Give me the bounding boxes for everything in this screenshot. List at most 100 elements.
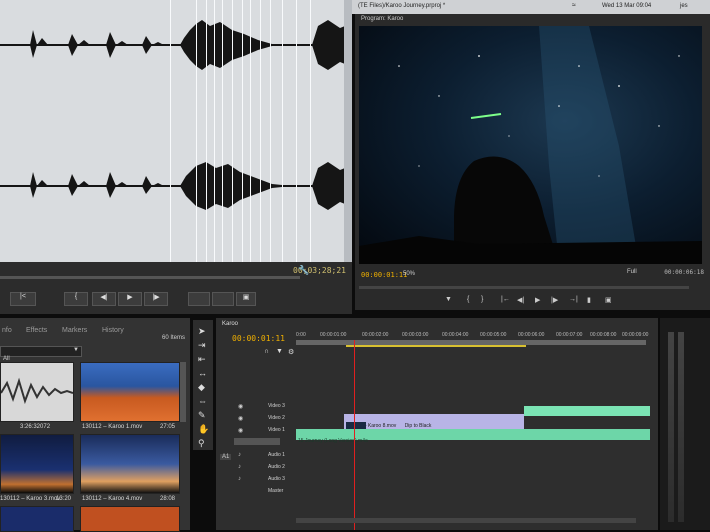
item-duration: 28:08 bbox=[160, 496, 176, 502]
rolling-edit-tool-icon[interactable]: ↔ bbox=[198, 368, 207, 378]
track-label-audio-2: Audio 2 bbox=[268, 464, 285, 470]
source-monitor-waveform[interactable] bbox=[0, 0, 352, 262]
slip-tool-icon[interactable]: ⇔ bbox=[198, 396, 207, 406]
eye-icon[interactable]: ◉ bbox=[238, 427, 243, 434]
shuttle-left-button[interactable]: { bbox=[64, 292, 88, 306]
list-item[interactable] bbox=[0, 434, 74, 494]
track-select-tool-icon[interactable]: ⇥ bbox=[198, 340, 206, 351]
snap-icon[interactable]: ∩ bbox=[264, 348, 269, 355]
ruler-tick: 00:00:07:00 bbox=[556, 332, 583, 338]
program-scrub-bar[interactable] bbox=[359, 286, 689, 289]
wrench-icon[interactable]: ⚙ bbox=[288, 348, 294, 356]
list-item[interactable] bbox=[80, 362, 180, 422]
list-item[interactable] bbox=[80, 506, 180, 532]
item-duration: 13:20 bbox=[56, 496, 72, 502]
step-forward-program-button[interactable]: |▶ bbox=[551, 296, 558, 304]
step-back-button[interactable]: |< bbox=[10, 292, 36, 306]
tab-effects[interactable]: Effects bbox=[26, 327, 47, 334]
program-video-frame bbox=[359, 26, 702, 264]
time-ruler[interactable]: 0:00 00:00:01:00 00:00:02:00 00:00:03:00… bbox=[296, 318, 658, 358]
eye-icon[interactable]: ◉ bbox=[238, 403, 243, 410]
tab-program[interactable]: Program: Karoo bbox=[361, 16, 403, 22]
night-sky-image bbox=[359, 26, 702, 264]
quality-select[interactable]: Full bbox=[627, 269, 637, 275]
track-label-master: Master bbox=[268, 488, 284, 494]
track-label-audio-3: Audio 3 bbox=[268, 476, 285, 482]
eye-icon[interactable]: ◉ bbox=[238, 415, 243, 422]
item-duration: 3:26:32072 bbox=[20, 424, 51, 430]
frame-forward-button[interactable]: |▶ bbox=[144, 292, 168, 306]
audio-target-a1[interactable]: A1 bbox=[220, 454, 232, 460]
render-bar bbox=[346, 345, 526, 347]
audio-meter-right bbox=[678, 332, 684, 522]
ruler-tick: 00:00:03:00 bbox=[402, 332, 429, 338]
project-panel: nfo Effects Markers History 60 Items All… bbox=[0, 318, 190, 532]
playhead[interactable] bbox=[354, 340, 355, 530]
lift-button[interactable]: ▮ bbox=[587, 296, 591, 304]
list-item[interactable] bbox=[80, 434, 180, 494]
waveform-graphic bbox=[0, 0, 352, 262]
frame-back-button[interactable]: ◀| bbox=[92, 292, 116, 306]
program-transport: ▼ { } |← ◀| ▶ |▶ →| ▮ ▣ bbox=[445, 296, 625, 306]
item-count: 60 Items bbox=[162, 335, 186, 341]
speaker-icon[interactable]: ♪ bbox=[238, 452, 241, 458]
source-transport: |< { ◀| ▶ |▶ ▣ bbox=[0, 292, 352, 306]
audio-meter-panel bbox=[660, 318, 710, 530]
overwrite-button[interactable] bbox=[212, 292, 234, 306]
mark-out-button[interactable]: } bbox=[481, 296, 483, 303]
tab-karoo-sequence[interactable]: Karoo bbox=[222, 321, 238, 327]
go-to-in-button[interactable]: |← bbox=[501, 296, 510, 303]
marker-add-icon[interactable]: ▼ bbox=[276, 348, 283, 355]
tab-history[interactable]: History bbox=[102, 327, 124, 334]
mark-in-button[interactable]: { bbox=[467, 296, 469, 303]
zoom-tool-icon[interactable]: ⚲ bbox=[198, 438, 205, 449]
marker-button[interactable]: ▼ bbox=[445, 296, 452, 303]
source-scrub-bar[interactable] bbox=[0, 276, 300, 279]
waveform-thumbnail bbox=[1, 377, 73, 405]
ripple-edit-tool-icon[interactable]: ⇤ bbox=[198, 354, 206, 365]
menubar-clock[interactable]: Wed 13 Mar 09:04 bbox=[602, 3, 651, 9]
camera-icon[interactable]: ▣ bbox=[236, 292, 256, 306]
ruler-tick: 00:00:05:00 bbox=[480, 332, 507, 338]
list-item[interactable] bbox=[0, 362, 74, 422]
wrench-icon[interactable]: 🔧 bbox=[298, 265, 309, 276]
project-path: (TE Files)/Karoo Journey.prproj * bbox=[358, 3, 446, 9]
go-to-out-button[interactable]: →| bbox=[569, 296, 578, 303]
project-scrollbar[interactable] bbox=[180, 362, 186, 422]
pen-tool-icon[interactable]: ✎ bbox=[198, 410, 206, 421]
track-label-audio-1: Audio 1 bbox=[268, 452, 285, 458]
video-clip[interactable] bbox=[524, 406, 650, 416]
tab-info[interactable]: nfo bbox=[2, 327, 12, 334]
wifi-icon[interactable]: ≈ bbox=[572, 2, 576, 9]
program-timecode: 00:00:01:11 bbox=[361, 271, 408, 279]
item-name: 130112 – Karoo 4.mov bbox=[82, 496, 143, 502]
ruler-tick: 00:00:08:00 bbox=[590, 332, 617, 338]
play-program-button[interactable]: ▶ bbox=[535, 296, 540, 304]
speaker-icon[interactable]: ♪ bbox=[238, 464, 241, 470]
insert-button[interactable] bbox=[188, 292, 210, 306]
list-item[interactable] bbox=[0, 506, 74, 532]
hand-tool-icon[interactable]: ✋ bbox=[198, 424, 209, 435]
audio-meter-left bbox=[668, 332, 674, 522]
tab-markers[interactable]: Markers bbox=[62, 327, 87, 334]
menu-bar: (TE Files)/Karoo Journey.prproj * Wed 13… bbox=[352, 0, 710, 14]
item-name: 130112 – Karoo 1.mov bbox=[82, 424, 143, 430]
zoom-select[interactable]: 50% bbox=[403, 271, 415, 277]
item-duration: 27:05 bbox=[160, 424, 176, 430]
track-label-video-3: Video 3 bbox=[268, 403, 285, 409]
menubar-user[interactable]: jes bbox=[680, 3, 688, 9]
tools-panel: ➤ ⇥ ⇤ ↔ ◆ ⇔ ✎ ✋ ⚲ bbox=[193, 320, 213, 450]
speaker-icon[interactable]: ♪ bbox=[238, 476, 241, 482]
export-frame-button[interactable]: ▣ bbox=[605, 296, 612, 304]
filter-dropdown[interactable]: All ▼ bbox=[0, 346, 82, 362]
razor-tool-icon[interactable]: ◆ bbox=[198, 382, 205, 393]
track-label-video-1: Video 1 bbox=[268, 427, 285, 433]
timeline-scrollbar[interactable] bbox=[296, 518, 636, 523]
chevron-down-icon: ▼ bbox=[73, 347, 79, 353]
step-back-program-button[interactable]: ◀| bbox=[517, 296, 524, 304]
play-button[interactable]: ▶ bbox=[118, 292, 142, 306]
audio-clip-label: 15 Journey (Long Version).m4a bbox=[298, 438, 368, 444]
selection-tool-icon[interactable]: ➤ bbox=[198, 326, 206, 337]
video-1-header-highlight[interactable] bbox=[234, 438, 280, 445]
audio-clip[interactable]: 15 Journey (Long Version).m4a bbox=[296, 429, 650, 444]
